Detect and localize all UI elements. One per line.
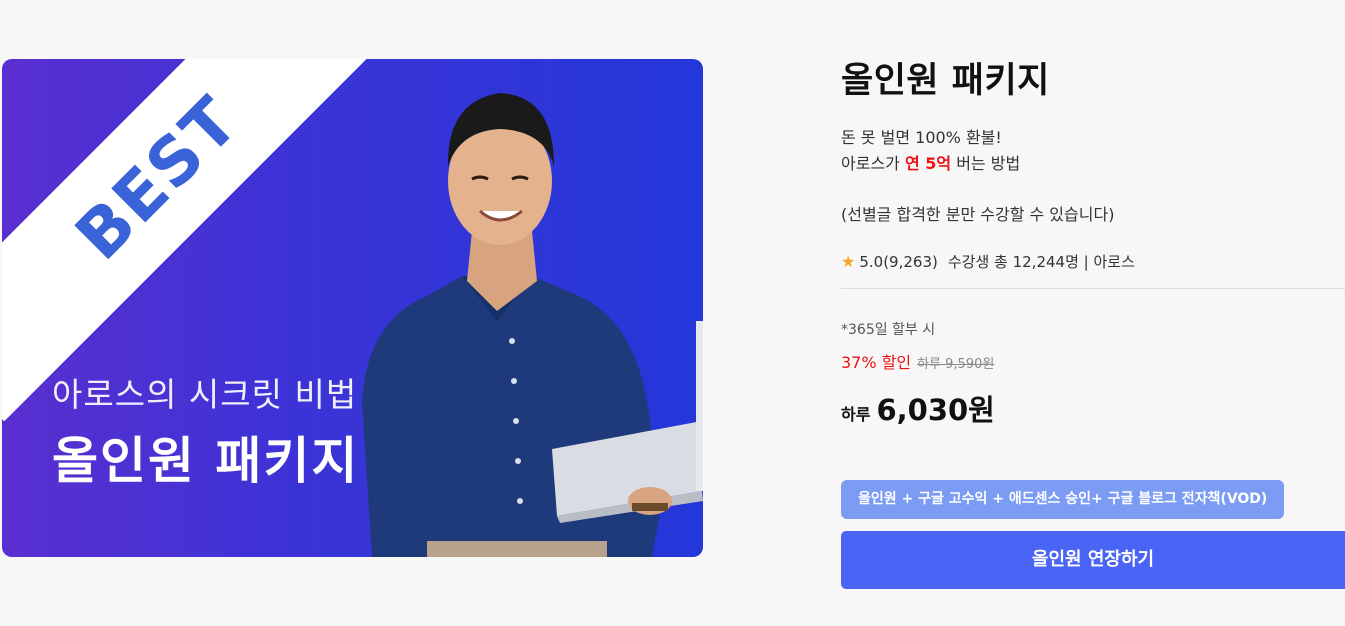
discount-row: 37% 할인 하루 9,590원 bbox=[841, 349, 1345, 373]
star-icon: ★ bbox=[841, 252, 856, 271]
page: BEST 아로스의 시크릿 비법 올인원 패키지 올인원 패키지 돈 못 벌면 … bbox=[0, 0, 1345, 626]
product-title: 올인원 패키지 bbox=[841, 61, 1050, 101]
product-description: 돈 못 벌면 100% 환불! 아로스가 연 5억 버는 방법 bbox=[841, 125, 1345, 177]
description-line-2-suffix: 버는 방법 bbox=[951, 154, 1021, 173]
package-option-chip[interactable]: 올인원 + 구글 고수익 + 애드센스 승인+ 구글 블로그 전자책(VOD) bbox=[841, 480, 1285, 519]
product-meta: ★ 5.0(9,263) 수강생 총 12,244명 | 아로스 bbox=[841, 251, 1345, 272]
students-text: 수강생 총 12,244명 | 아로스 bbox=[947, 253, 1135, 271]
divider bbox=[841, 288, 1345, 289]
price-prefix: 하루 bbox=[841, 405, 871, 424]
installment-note: *365일 할부 시 bbox=[841, 322, 936, 338]
instructor-photo bbox=[362, 93, 703, 557]
description-line-2: 아로스가 연 5억 버는 방법 bbox=[841, 151, 1345, 177]
product-info-panel: 올인원 패키지 돈 못 벌면 100% 환불! 아로스가 연 5억 버는 방법 … bbox=[841, 48, 1345, 589]
description-line-1: 돈 못 벌면 100% 환불! bbox=[841, 128, 1002, 147]
product-banner[interactable]: BEST 아로스의 시크릿 비법 올인원 패키지 bbox=[2, 59, 703, 557]
sale-price: 6,030원 bbox=[876, 393, 995, 427]
enrollment-notice: (선별글 합격한 분만 수강할 수 있습니다) bbox=[841, 205, 1115, 224]
discount-rate: 37% 할인 bbox=[841, 353, 912, 372]
description-line-2-prefix: 아로스가 bbox=[841, 154, 905, 173]
original-price: 하루 9,590원 bbox=[917, 357, 995, 372]
best-badge-text: BEST bbox=[60, 81, 254, 275]
banner-title: 올인원 패키지 bbox=[52, 432, 360, 490]
rating-text: 5.0(9,263) bbox=[859, 252, 938, 271]
banner-subtitle: 아로스의 시크릿 비법 bbox=[52, 375, 358, 414]
income-highlight: 연 5억 bbox=[904, 154, 952, 173]
price-row: 하루 6,030원 bbox=[841, 387, 1345, 429]
extend-enrollment-button[interactable]: 올인원 연장하기 bbox=[841, 531, 1345, 589]
